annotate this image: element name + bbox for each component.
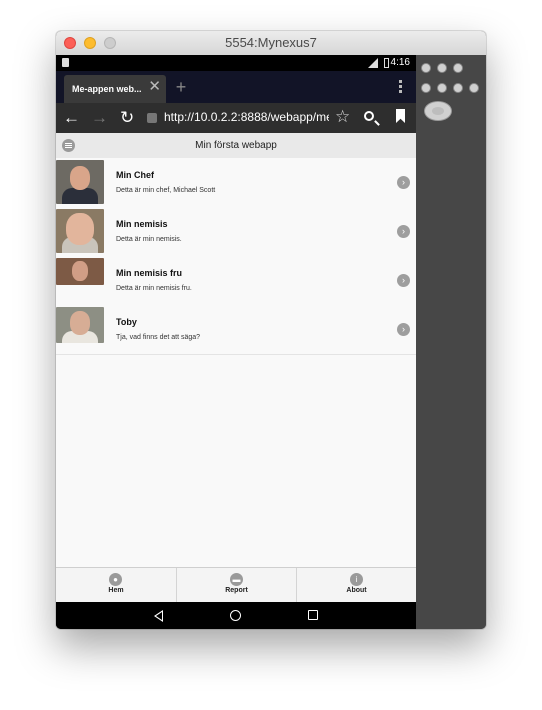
bottom-tab-bar: ● Hem ▬ Report i About <box>56 567 416 603</box>
emulator-button[interactable] <box>469 83 479 93</box>
status-time: 4:16 <box>390 57 410 68</box>
nav-back-icon[interactable] <box>154 610 163 622</box>
avatar <box>56 307 104 343</box>
browser-tab-strip: Me-appen web... ✕ + <box>56 71 416 103</box>
emulator-button[interactable] <box>453 83 463 93</box>
tab-hem[interactable]: ● Hem <box>56 568 176 603</box>
tab-label: Hem <box>108 587 124 594</box>
avatar <box>56 258 104 285</box>
bookmarks-icon[interactable] <box>396 109 405 123</box>
reload-icon[interactable]: ↻ <box>120 108 134 128</box>
emulator-button[interactable] <box>421 83 431 93</box>
star-icon[interactable]: ☆ <box>335 107 350 127</box>
sd-card-icon <box>62 58 69 67</box>
emulator-dpad[interactable] <box>424 101 452 121</box>
list-item[interactable]: Toby Tja, vad finns det att säga? › <box>56 305 416 355</box>
list-item-description: Tja, vad finns det att säga? <box>116 334 201 341</box>
chevron-right-icon: › <box>397 274 410 287</box>
emulator-window: 5554:Mynexus7 4:16 Me-appen web... ✕ + ←… <box>56 31 486 629</box>
favicon-icon <box>147 113 157 123</box>
list-item-name: Toby <box>116 317 137 327</box>
contact-list: Min Chef Detta är min chef, Michael Scot… <box>56 158 416 568</box>
list-item-description: Detta är min nemisis. <box>116 236 182 243</box>
close-tab-icon[interactable]: ✕ <box>148 79 161 95</box>
avatar <box>56 160 104 204</box>
info-icon: i <box>350 573 363 586</box>
list-item[interactable]: Min nemisis Detta är min nemisis. › <box>56 207 416 257</box>
browser-tab-title: Me-appen web... <box>72 84 142 94</box>
avatar <box>56 209 104 253</box>
app-header: Min första webapp <box>56 133 416 159</box>
forward-arrow-icon[interactable]: → <box>91 108 108 128</box>
list-item-name: Min Chef <box>116 170 154 180</box>
android-status-bar: 4:16 <box>56 55 416 71</box>
nav-recents-icon[interactable] <box>308 610 318 620</box>
battery-icon <box>384 58 389 68</box>
window-title: 5554:Mynexus7 <box>225 35 317 50</box>
chevron-right-icon: › <box>397 225 410 238</box>
browser-tab[interactable]: Me-appen web... ✕ <box>64 75 166 103</box>
chevron-right-icon: › <box>397 176 410 189</box>
browser-url-bar: ← → ↻ http://10.0.2.2:8888/webapp/me/i ☆ <box>56 103 416 133</box>
chevron-right-icon: › <box>397 323 410 336</box>
list-item-description: Detta är min chef, Michael Scott <box>116 187 216 194</box>
emulator-button[interactable] <box>421 63 431 73</box>
chat-icon: ▬ <box>230 573 243 586</box>
back-arrow-icon[interactable]: ← <box>63 108 80 128</box>
list-item-name: Min nemisis <box>116 219 168 229</box>
list-item[interactable]: Min Chef Detta är min chef, Michael Scot… <box>56 158 416 208</box>
android-nav-bar <box>56 602 416 629</box>
window-titlebar: 5554:Mynexus7 <box>56 31 486 56</box>
url-field[interactable]: http://10.0.2.2:8888/webapp/me/i <box>164 110 329 124</box>
search-icon[interactable] <box>364 111 374 121</box>
tab-report[interactable]: ▬ Report <box>176 568 296 603</box>
list-item-name: Min nemisis fru <box>116 268 183 278</box>
emulator-button[interactable] <box>453 63 463 73</box>
emulator-button[interactable] <box>437 63 447 73</box>
tab-label: About <box>346 587 367 594</box>
emulator-button[interactable] <box>437 83 447 93</box>
list-item[interactable]: Min nemisis fru Detta är min nemisis fru… <box>56 256 416 306</box>
overflow-menu-icon[interactable] <box>399 80 402 94</box>
tab-label: Report <box>225 587 248 594</box>
nav-home-icon[interactable] <box>230 610 241 621</box>
device-screen: 4:16 Me-appen web... ✕ + ← → ↻ http://10… <box>56 55 416 629</box>
page-title: Min första webapp <box>195 140 277 151</box>
tab-about[interactable]: i About <box>296 568 416 603</box>
person-icon: ● <box>109 573 122 586</box>
emulator-controls-panel <box>416 55 486 629</box>
signal-icon <box>368 58 378 68</box>
list-item-description: Detta är min nemisis fru. <box>116 285 192 292</box>
new-tab-button[interactable]: + <box>170 76 192 100</box>
